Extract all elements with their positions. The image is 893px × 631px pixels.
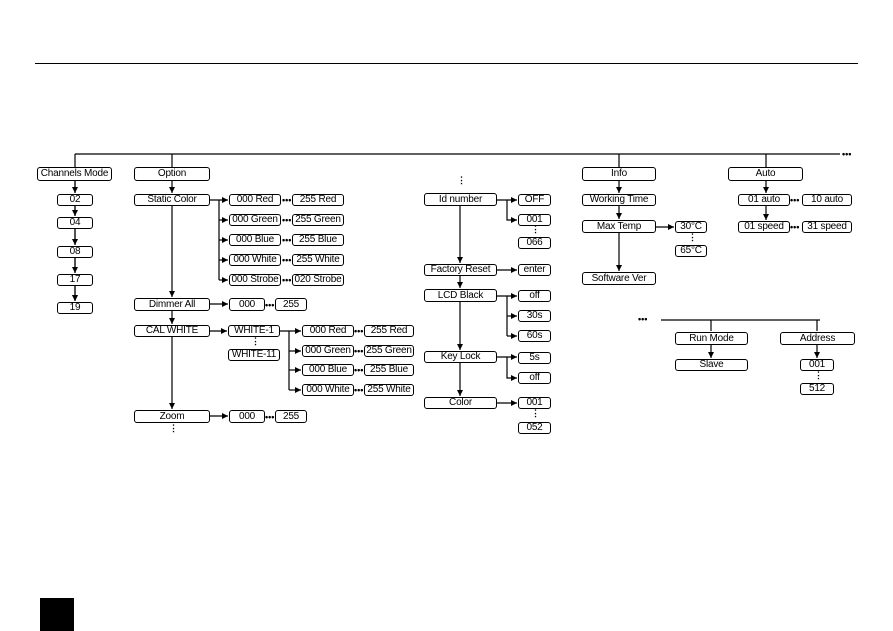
ellipsis: ••• bbox=[282, 195, 292, 205]
menu-tree-page: Channels Mode 02 04 08 17 19 Option Static Colo… bbox=[0, 0, 893, 631]
ellipsis: ••• bbox=[790, 222, 800, 232]
lcd-black-node: LCD Black bbox=[424, 289, 497, 302]
static-color-node: Static Color bbox=[134, 194, 210, 206]
channel-value: 02 bbox=[57, 194, 93, 206]
range-max: 255 Green bbox=[292, 214, 344, 226]
vertical-ellipsis: ⋮ bbox=[169, 423, 178, 433]
temp-value: 65°C bbox=[675, 245, 707, 257]
ellipsis: ••• bbox=[354, 326, 364, 336]
channel-value: 19 bbox=[57, 302, 93, 314]
ellipsis: ••• bbox=[638, 314, 648, 324]
ellipsis: ••• bbox=[282, 275, 292, 285]
channels-mode-node: Channels Mode bbox=[37, 167, 112, 181]
option-value: 066 bbox=[518, 237, 551, 249]
connector-lines bbox=[0, 153, 840, 419]
range-min: 01 speed bbox=[738, 221, 790, 233]
range-max: 255 Red bbox=[364, 325, 414, 337]
range-min: 01 auto bbox=[738, 194, 790, 206]
channel-value: 08 bbox=[57, 246, 93, 258]
dimmer-all-node: Dimmer All bbox=[134, 298, 210, 311]
option-value: OFF bbox=[518, 194, 551, 206]
ellipsis: ••• bbox=[842, 149, 852, 159]
ellipsis: ••• bbox=[282, 215, 292, 225]
range-max: 31 speed bbox=[802, 221, 852, 233]
range-min: 000 Blue bbox=[302, 364, 354, 376]
info-node: Info bbox=[582, 167, 656, 181]
ellipsis: ••• bbox=[354, 365, 364, 375]
id-number-node: Id number bbox=[424, 193, 497, 206]
option-value: 60s bbox=[518, 330, 551, 342]
ellipsis: ••• bbox=[265, 412, 275, 422]
vertical-ellipsis: ⋮ bbox=[251, 336, 260, 346]
cal-white-node: CAL WHITE bbox=[134, 325, 210, 337]
range-min: 000 Blue bbox=[229, 234, 281, 246]
color-node: Color bbox=[424, 397, 497, 409]
ellipsis: ••• bbox=[265, 300, 275, 310]
range-max: 255 Blue bbox=[364, 364, 414, 376]
option-value: 5s bbox=[518, 352, 551, 364]
range-min: 000 Red bbox=[229, 194, 281, 206]
white-preset: WHITE-11 bbox=[228, 349, 280, 361]
range-max: 10 auto bbox=[802, 194, 852, 206]
run-mode-node: Run Mode bbox=[675, 332, 748, 345]
page-number-block bbox=[40, 598, 74, 631]
range-min: 000 Red bbox=[302, 325, 354, 337]
vertical-ellipsis: ⋮ bbox=[531, 408, 540, 418]
range-min: 000 Green bbox=[302, 345, 354, 357]
range-max: 255 Green bbox=[364, 345, 414, 357]
option-value: 052 bbox=[518, 422, 551, 434]
option-value: 30s bbox=[518, 310, 551, 322]
ellipsis: ••• bbox=[354, 346, 364, 356]
software-ver-node: Software Ver bbox=[582, 272, 656, 285]
range-max: 255 White bbox=[292, 254, 344, 266]
range-min: 000 Strobe bbox=[229, 274, 281, 286]
range-min: 000 White bbox=[229, 254, 281, 266]
working-time-node: Working Time bbox=[582, 194, 656, 206]
range-min: 000 Green bbox=[229, 214, 281, 226]
range-max: 255 bbox=[275, 410, 307, 423]
ellipsis: ••• bbox=[282, 255, 292, 265]
vertical-ellipsis: ⋮ bbox=[531, 224, 540, 234]
factory-reset-node: Factory Reset bbox=[424, 264, 497, 276]
range-min: 000 bbox=[229, 298, 265, 311]
option-value: enter bbox=[518, 264, 551, 276]
range-max: 255 White bbox=[364, 384, 414, 396]
option-value: off bbox=[518, 372, 551, 384]
range-max: 255 Red bbox=[292, 194, 344, 206]
zoom-node: Zoom bbox=[134, 410, 210, 423]
vertical-ellipsis: ⋮ bbox=[457, 175, 466, 185]
range-max: 255 bbox=[275, 298, 307, 311]
max-temp-node: Max Temp bbox=[582, 220, 656, 233]
vertical-ellipsis: ⋮ bbox=[814, 370, 823, 380]
ellipsis: ••• bbox=[790, 195, 800, 205]
range-min: 000 bbox=[229, 410, 265, 423]
address-value: 512 bbox=[800, 383, 834, 395]
ellipsis: ••• bbox=[354, 385, 364, 395]
vertical-ellipsis: ⋮ bbox=[688, 232, 697, 242]
key-lock-node: Key Lock bbox=[424, 351, 497, 363]
option-node: Option bbox=[134, 167, 210, 181]
channel-value: 04 bbox=[57, 217, 93, 229]
range-max: 255 Blue bbox=[292, 234, 344, 246]
option-value: off bbox=[518, 290, 551, 302]
run-mode-value: Slave bbox=[675, 359, 748, 371]
address-node: Address bbox=[780, 332, 855, 345]
auto-node: Auto bbox=[728, 167, 803, 181]
channel-value: 17 bbox=[57, 274, 93, 286]
range-min: 000 White bbox=[302, 384, 354, 396]
range-max: 020 Strobe bbox=[292, 274, 344, 286]
ellipsis: ••• bbox=[282, 235, 292, 245]
